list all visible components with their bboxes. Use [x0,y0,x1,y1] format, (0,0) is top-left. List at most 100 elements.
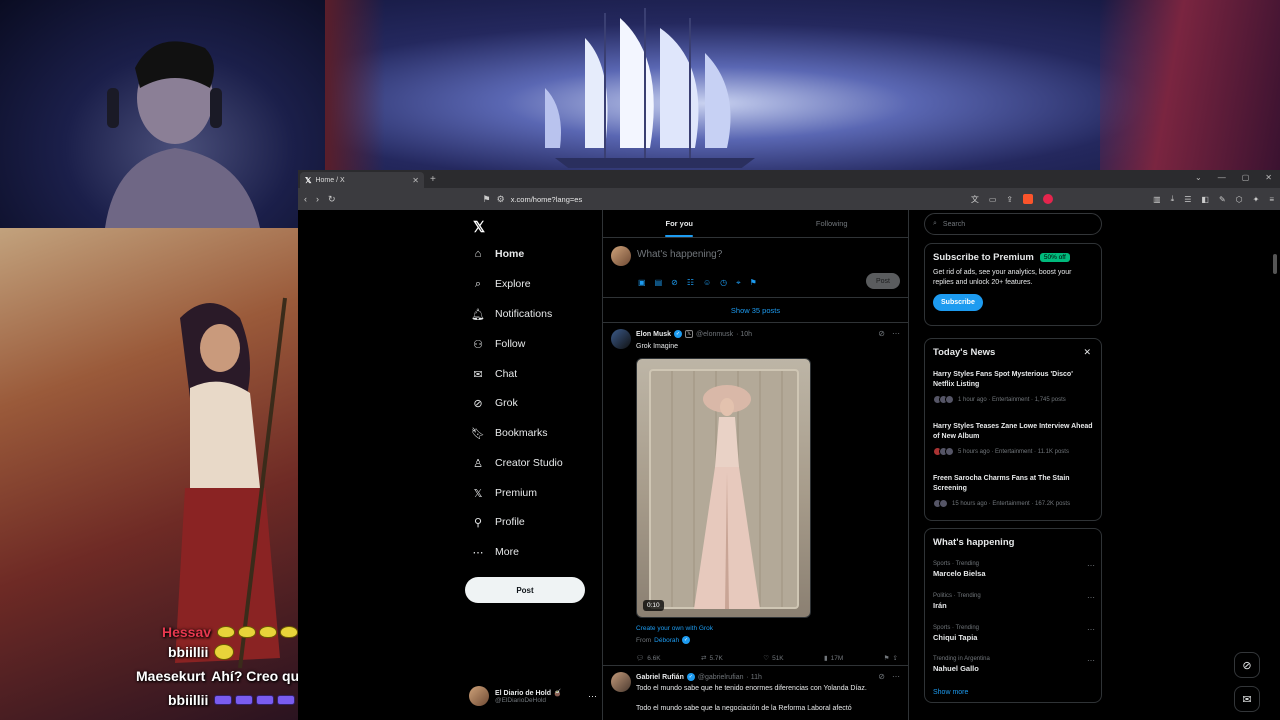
avatar[interactable] [611,672,631,692]
nav-item-more[interactable]: ⋯ More [471,543,519,561]
news-item[interactable]: Harry Styles Fans Spot Mysterious 'Disco… [933,370,1093,404]
like-button[interactable]: ♡ 51K [763,654,783,663]
tweet[interactable]: Gabriel Rufián ✓ @gabrielrufian · 11h ⊘ … [603,666,908,720]
tweet[interactable]: Elon Musk ✓ 𝕏 @elonmusk · 10h ⊘ ⋯ Grok I… [603,323,908,666]
more-icon[interactable]: ⋯ [892,329,900,338]
vpn-icon[interactable]: ⬡ [1236,195,1243,204]
search-input[interactable]: ⌕ Search [924,213,1102,235]
more-icon[interactable]: ⋯ [1087,625,1095,634]
grok-float-button[interactable]: ⊘ [1234,652,1260,678]
leo-icon[interactable]: ✦ [1253,195,1260,204]
tab-for-you[interactable]: For you [603,210,756,237]
menu-icon[interactable]: ≡ [1269,195,1274,204]
tweet-author-name[interactable]: Gabriel Rufián [636,674,684,681]
address-bar-actions: 文 ▭ ⇪ ▥ ⤓ ☰ ◧ ✎ ⬡ ✦ ≡ [971,194,1274,205]
nav-item-follow[interactable]: ⚇ Follow [471,335,525,353]
image-icon[interactable]: ▣ [638,278,646,288]
close-icon[interactable]: ✕ [1083,347,1091,358]
extensions-icon[interactable]: ✎ [1219,195,1226,204]
nav-item-profile[interactable]: ⚲ Profile [471,513,525,531]
back-icon[interactable]: ‹ [304,194,307,204]
tweet-author-handle[interactable]: @elonmusk [696,331,733,338]
tab-following[interactable]: Following [756,210,909,237]
messages-float-button[interactable]: ✉ [1234,686,1260,712]
nav-item-notifications[interactable]: 🔔︎ Notifications [471,305,552,323]
nav-item-creator-studio[interactable]: ♙ Creator Studio [471,454,563,472]
trend-item[interactable]: Politics · Trending Irán ⋯ [933,593,1095,610]
new-tab-button[interactable]: + [430,174,436,185]
grok-icon[interactable]: ⊘ [671,278,678,288]
tab-title: Home / X [315,176,345,184]
composer-input[interactable]: What's happening? [637,249,722,260]
trend-item[interactable]: Trending in Argentina Nahuel Gallo ⋯ [933,656,1095,673]
more-icon[interactable]: ⋯ [1087,656,1095,665]
account-name: El Diario de Hold 🧉 [495,689,562,697]
nav-item-explore[interactable]: ⌕ Explore [471,275,531,293]
screenshot-icon[interactable]: ▭ [989,195,997,204]
maximize-button[interactable]: ▢ [1242,173,1250,182]
location-icon[interactable]: ⌖ [736,278,741,288]
grok-icon[interactable]: ⊘ [878,672,885,681]
avatar[interactable] [611,329,631,349]
trend-item[interactable]: Sports · Trending Chiqui Tapia ⋯ [933,625,1095,642]
translate-icon[interactable]: 文 [971,194,979,205]
nav-item-label: More [495,546,519,558]
tweet-video[interactable]: 0:10 [636,358,811,618]
browser-tab[interactable]: 𝕏 Home / X ✕ [300,172,424,188]
more-icon[interactable]: ⋯ [892,672,900,681]
emoji-icon[interactable]: ☺ [703,278,711,288]
tweet-author-name[interactable]: Elon Musk [636,331,671,338]
tweet-time[interactable]: · 10h [736,331,752,338]
nav-item-home[interactable]: ⌂ Home [471,245,525,263]
close-window-button[interactable]: ✕ [1265,173,1272,182]
trend-item[interactable]: Sports · Trending Marcelo Bielsa ⋯ [933,561,1095,578]
wallet-icon[interactable]: ◧ [1201,195,1209,204]
composer-post-button[interactable]: Post [866,273,900,289]
poll-icon[interactable]: ☷ [687,278,694,288]
nav-item-chat[interactable]: ✉ Chat [471,365,517,383]
flag-icon[interactable]: ⚑ [750,278,757,288]
brave-rewards-icon[interactable] [1043,194,1054,204]
repost-button[interactable]: ⇄ 5.7K [701,654,723,663]
share-icon[interactable]: ⇪ [893,654,898,662]
x-logo-icon[interactable]: 𝕏 [473,218,485,236]
reload-icon[interactable]: ↻ [328,194,336,205]
more-icon[interactable]: ⋯ [1087,561,1095,570]
nav-item-premium[interactable]: 𝕏 Premium [471,484,537,502]
minimize-button[interactable]: — [1218,173,1226,182]
sidebar-toggle-icon[interactable]: ▥ [1153,195,1161,204]
tweet-time[interactable]: · 11h [746,674,761,681]
chevron-down-icon[interactable]: ⌄ [1195,173,1202,182]
download-icon[interactable]: ⤓ [1171,194,1175,204]
site-info-icon[interactable]: ⚙ [497,194,505,205]
account-switcher[interactable]: El Diario de Hold 🧉 @ElDiarioDeHold ⋯ [469,683,597,709]
news-item[interactable]: Freen Sarocha Charms Fans at The Stain S… [933,474,1093,508]
url-text[interactable]: x.com/home?lang=es [511,195,583,204]
nav-item-grok[interactable]: ⊘ Grok [471,394,517,412]
subscribe-button[interactable]: Subscribe [933,294,983,311]
more-icon[interactable]: ⋯ [1087,593,1095,602]
grok-create-link[interactable]: Create your own with Grok [636,625,713,632]
bookmark-icon[interactable]: ⚑ [884,654,890,662]
from-user-link[interactable]: Déborah [654,637,679,644]
views-button[interactable]: ▮ 17M [824,654,843,663]
show-new-posts-button[interactable]: Show 35 posts [603,298,908,323]
show-more-link[interactable]: Show more [933,689,968,696]
library-icon[interactable]: ☰ [1184,195,1191,204]
forward-icon[interactable]: › [316,194,319,204]
share-icon[interactable]: ⇪ [1006,195,1013,204]
schedule-icon[interactable]: ◷ [720,278,727,288]
page-scrollbar[interactable] [1273,254,1277,274]
reply-button[interactable]: 💬︎ 6.6K [636,654,661,663]
bookmark-icon[interactable]: ⚑ [483,194,491,205]
post-button[interactable]: Post [465,577,585,603]
url-field[interactable]: ⚑ ⚙ x.com/home?lang=es [483,194,962,205]
news-item[interactable]: Harry Styles Teases Zane Lowe Interview … [933,422,1093,456]
tweet-author-handle[interactable]: @gabrielrufian [698,674,744,681]
grok-icon[interactable]: ⊘ [878,329,885,338]
close-icon[interactable]: ✕ [412,176,419,185]
gif-icon[interactable]: ▤ [655,278,663,288]
brave-shields-icon[interactable] [1023,194,1034,204]
chat-username: Maesekurt [136,668,206,684]
nav-item-bookmarks[interactable]: 🔖︎ Bookmarks [471,424,548,442]
